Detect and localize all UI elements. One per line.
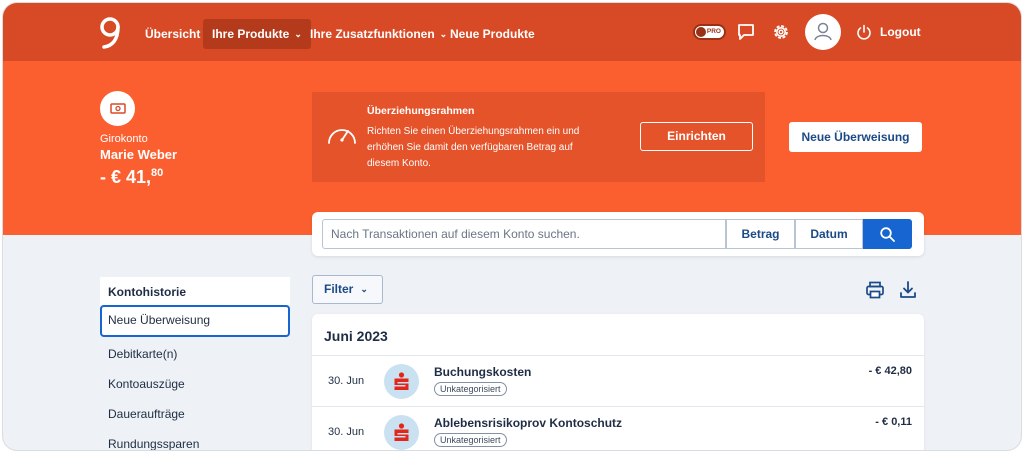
app-frame: Übersicht Ihre Produkte ⌄ Ihre Zusatzfunk…: [3, 3, 1021, 450]
user-icon: [814, 22, 832, 41]
filter-button[interactable]: Filter ⌄: [312, 275, 383, 304]
nav-item-label: Übersicht: [145, 27, 201, 41]
avatar[interactable]: [805, 14, 841, 50]
balance-main: - € 41,: [100, 167, 152, 187]
logout-label: Logout: [880, 25, 921, 39]
transaction-row[interactable]: 30. Jun Buchungskosten Unkategorisiert -…: [312, 355, 924, 406]
gear-icon[interactable]: [771, 22, 791, 42]
download-icon[interactable]: [898, 280, 918, 300]
bank-logo-icon: [384, 415, 419, 450]
sidebar-item-dauerauftraege[interactable]: Daueraufträge: [100, 399, 290, 429]
nav-item-neue-produkte[interactable]: Neue Produkte: [441, 19, 544, 49]
bank-logo-icon: [384, 364, 419, 399]
setup-overdraft-button[interactable]: Einrichten: [640, 122, 753, 151]
nav-item-label: Ihre Produkte: [212, 27, 290, 41]
transaction-amount: - € 0,11: [875, 416, 912, 428]
new-transfer-button[interactable]: Neue Überweisung: [789, 122, 922, 152]
sidebar-item-kontohistorie[interactable]: Kontohistorie: [100, 277, 290, 305]
transaction-date: 30. Jun: [328, 375, 365, 387]
sparkasse-icon: [394, 423, 409, 441]
nav-item-label: Ihre Zusatzfunktionen: [310, 27, 435, 41]
sidebar-item-debitkarten[interactable]: Debitkarte(n): [100, 339, 290, 369]
print-icon[interactable]: [865, 280, 885, 300]
transactions-card: Juni 2023 30. Jun Buchungskosten Unkateg…: [312, 314, 924, 450]
category-tag[interactable]: Unkategorisiert: [434, 433, 507, 447]
transaction-date: 30. Jun: [328, 426, 365, 438]
chat-icon[interactable]: [736, 22, 756, 42]
category-tag[interactable]: Unkategorisiert: [434, 382, 507, 396]
transaction-title: Buchungskosten: [434, 365, 532, 379]
amount-filter-button[interactable]: Betrag: [726, 219, 795, 249]
pro-label: PRO: [706, 28, 721, 35]
logo-icon[interactable]: [98, 16, 122, 50]
account-type: Girokonto: [100, 133, 148, 145]
chevron-down-icon: ⌄: [360, 284, 368, 294]
transaction-row[interactable]: 30. Jun Ablebensrisikoprov Kontoschutz U…: [312, 406, 924, 450]
banknote-icon: [110, 103, 126, 114]
search-button[interactable]: [863, 219, 912, 249]
account-balance: - € 41,80: [100, 167, 163, 188]
overdraft-title: Überziehungsrahmen: [367, 105, 475, 117]
transaction-title: Ablebensrisikoprov Kontoschutz: [434, 416, 623, 430]
toggle-knob: [696, 27, 706, 37]
gauge-icon: [328, 129, 356, 144]
search-input[interactable]: [322, 219, 726, 249]
pro-toggle[interactable]: PRO: [693, 24, 726, 40]
logout-button[interactable]: Logout: [856, 22, 921, 42]
nav-item-label: Neue Produkte: [450, 27, 535, 41]
sidebar-item-rundungssparen[interactable]: Rundungssparen: [100, 429, 290, 450]
nav-item-ihre-produkte[interactable]: Ihre Produkte ⌄: [203, 19, 311, 49]
account-holder-name: Marie Weber: [100, 147, 178, 162]
sidebar-item-neue-ueberweisung[interactable]: Neue Überweisung: [100, 305, 290, 337]
nav-item-uebersicht[interactable]: Übersicht: [136, 19, 209, 49]
nav-item-zusatzfunktionen[interactable]: Ihre Zusatzfunktionen ⌄: [301, 19, 456, 49]
overdraft-banner: Überziehungsrahmen Richten Sie einen Übe…: [312, 92, 765, 182]
sidebar-item-kontoauszuege[interactable]: Kontoauszüge: [100, 369, 290, 399]
transaction-amount: - € 42,80: [868, 365, 912, 377]
top-nav: Übersicht Ihre Produkte ⌄ Ihre Zusatzfunk…: [3, 3, 1021, 61]
month-heading: Juni 2023: [324, 328, 388, 344]
power-icon: [857, 24, 871, 40]
filter-label: Filter: [324, 282, 354, 296]
account-icon: [100, 91, 135, 126]
account-hero: Girokonto Marie Weber - € 41,80 Überzieh…: [3, 61, 1021, 235]
balance-cents: 80: [151, 167, 164, 179]
sparkasse-icon: [394, 372, 409, 390]
overdraft-description: Richten Sie einen Überziehungsrahmen ein…: [367, 126, 580, 169]
search-icon: [880, 227, 895, 242]
date-filter-button[interactable]: Datum: [795, 219, 863, 249]
search-bar: Betrag Datum: [312, 212, 924, 256]
